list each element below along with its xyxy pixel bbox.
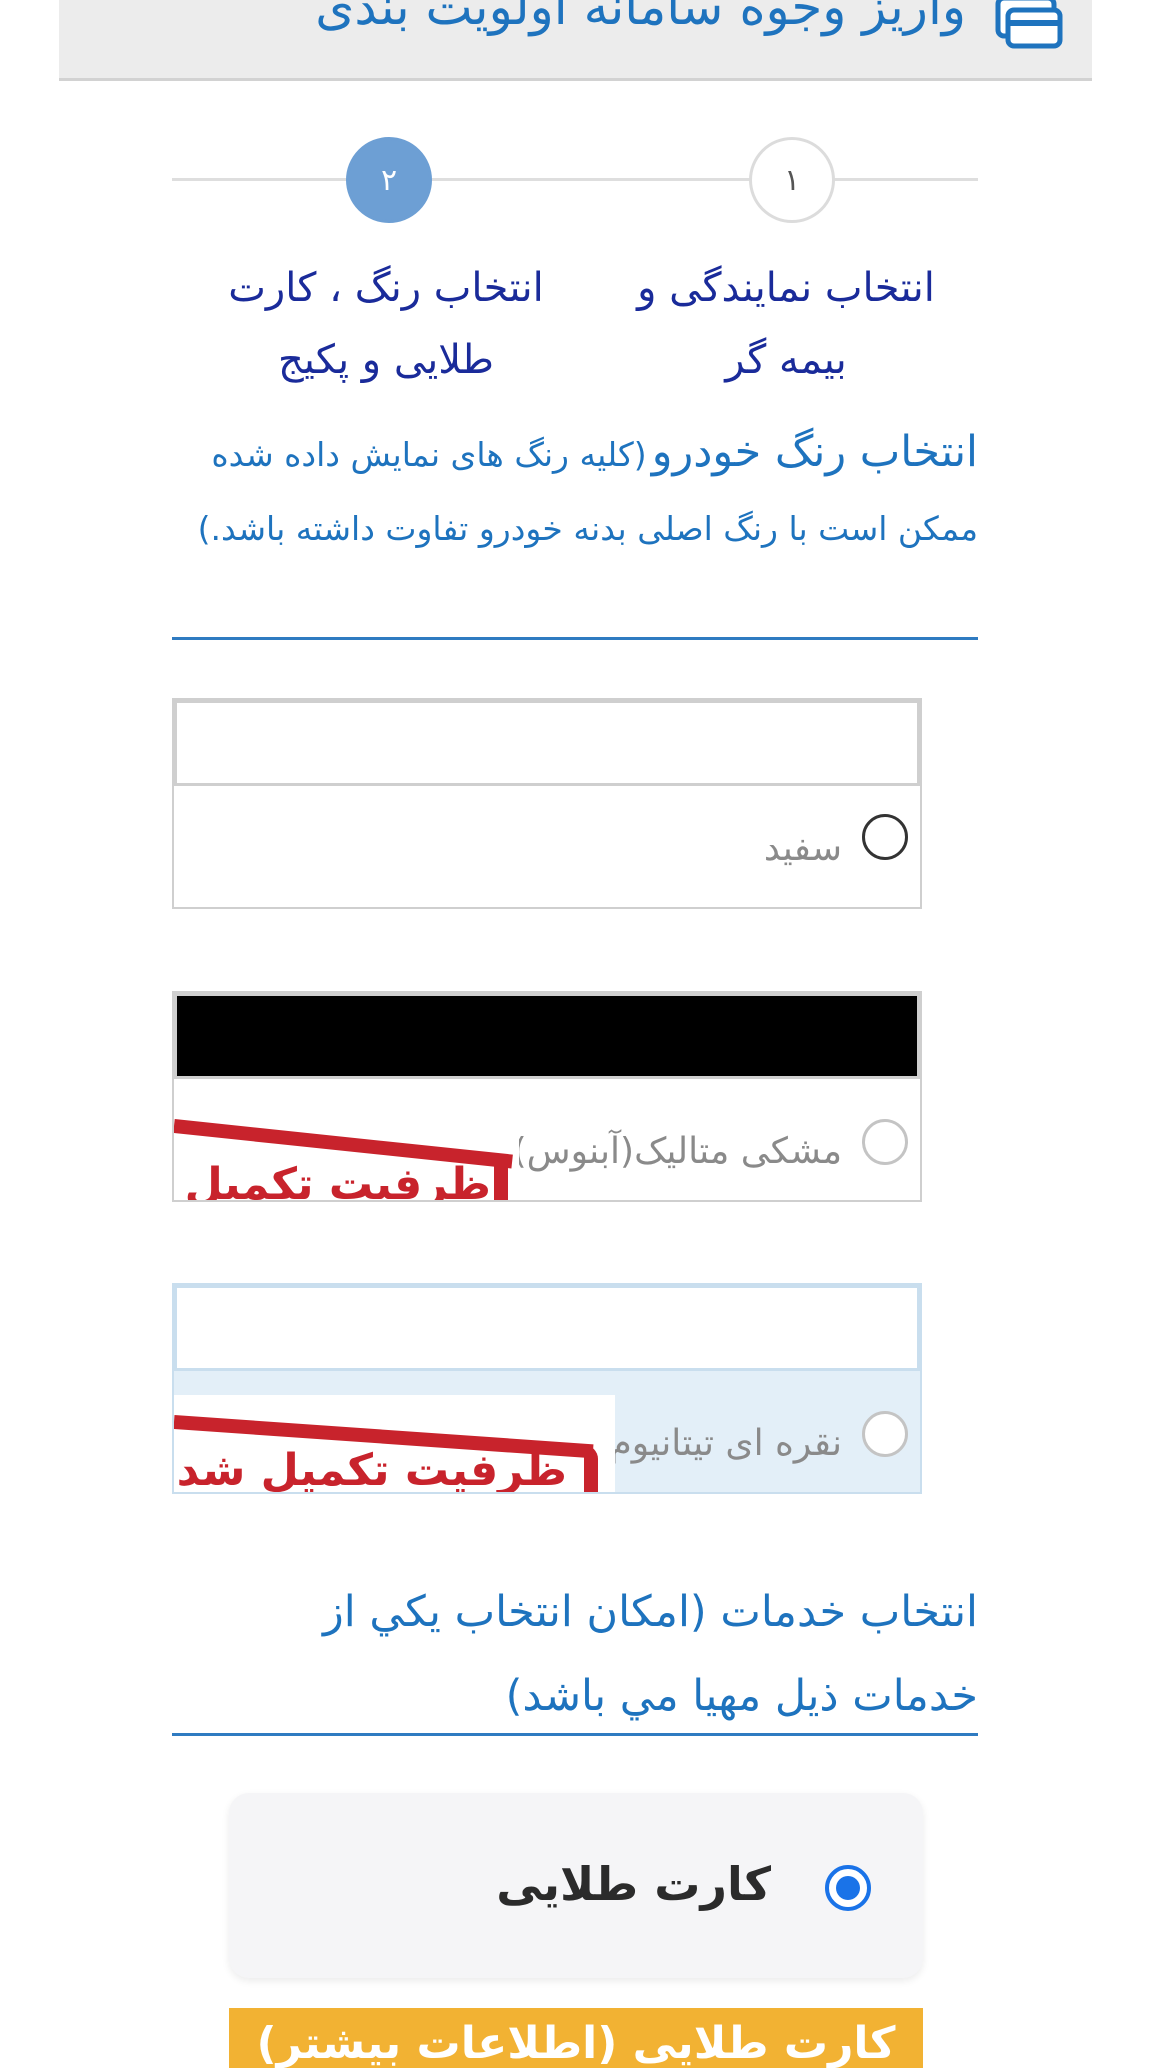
stepper-line (172, 178, 978, 181)
radio-button (862, 1119, 908, 1165)
step-2-number: ۲ (380, 162, 398, 198)
color-label: سفید (763, 828, 842, 869)
color-option-silver: نقره ای تیتانیوم ظرفیت تکمیل شد (172, 1283, 922, 1494)
color-option-row: نقره ای تیتانیوم ظرفیت تکمیل شد (174, 1371, 920, 1492)
color-title: انتخاب رنگ خودرو (651, 427, 978, 477)
color-option-white[interactable]: سفید (172, 698, 922, 909)
step-1-circle[interactable]: ۱ (749, 137, 835, 223)
color-label: نقره ای تیتانیوم (609, 1423, 842, 1464)
stamp-text: ظرفیت تکمیل شد (176, 1445, 567, 1494)
service-card-gold[interactable]: کارت طلایی (229, 1793, 923, 1978)
services-section-divider (172, 1733, 978, 1736)
gold-card-more-info-button[interactable]: کارت طلایی (اطلاعات بیشتر) (229, 2008, 923, 2068)
radio-button[interactable] (862, 814, 908, 860)
services-section-title: انتخاب خدمات (امکان انتخاب یکي از خدمات … (322, 1587, 978, 1721)
page-title: واریز وجوه سامانه اولویت بندی (315, 0, 966, 36)
color-label: مشکی متالیک(آبنوس) (512, 1131, 842, 1172)
step-2-circle[interactable]: ۲ (346, 137, 432, 223)
step-2-label: انتخاب رنگ ، کارت طلایی و پکیج (228, 265, 544, 383)
radio-button (862, 1411, 908, 1457)
color-section-divider (172, 637, 978, 640)
page-header: واریز وجوه سامانه اولویت بندی (59, 0, 1092, 81)
color-option-row: مشکی متالیک(آبنوس) ظرفیت تکمیل شد (174, 1079, 920, 1200)
step-1-label: انتخاب نمایندگی و بیمه گر (637, 265, 935, 383)
stamp-text: ظرفیت تکمیل شد (174, 1159, 491, 1202)
step-1-number: ۱ (783, 162, 801, 198)
color-swatch (174, 1285, 920, 1371)
capacity-full-stamp: ظرفیت تکمیل شد (174, 1115, 519, 1202)
service-label: کارت طلایی (496, 1857, 771, 1911)
color-option-row[interactable]: سفید (174, 786, 920, 907)
color-swatch (174, 993, 920, 1079)
credit-card-icon (995, 0, 1063, 49)
radio-button-selected[interactable] (825, 1865, 871, 1911)
more-info-label: کارت طلایی (اطلاعات بیشتر) (256, 2018, 896, 2068)
color-option-black: مشکی متالیک(آبنوس) ظرفیت تکمیل شد (172, 991, 922, 1202)
color-swatch (174, 700, 920, 786)
capacity-full-stamp: ظرفیت تکمیل شد (174, 1395, 615, 1494)
color-section-title: انتخاب رنگ خودرو (کلیه رنگ های نمایش داد… (172, 418, 978, 569)
